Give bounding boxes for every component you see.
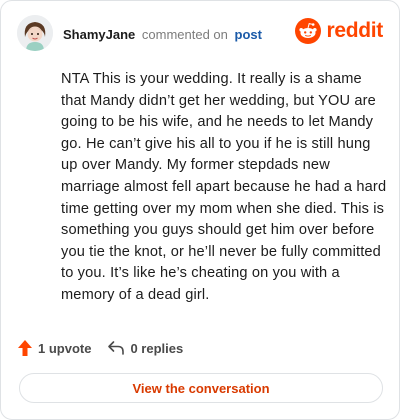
reply-arrow-icon [108, 341, 125, 355]
commented-on-text: commented on [141, 27, 228, 42]
view-conversation-button[interactable]: View the conversation [19, 373, 383, 403]
comment-meta: ShamyJane commented on post [63, 27, 262, 42]
reddit-brand[interactable]: reddit [295, 17, 383, 45]
upvote-button[interactable]: 1 upvote [17, 339, 91, 357]
post-link[interactable]: post [235, 27, 262, 42]
reddit-snoo-icon [295, 18, 322, 44]
comment-header: ShamyJane commented on post reddit [17, 15, 383, 55]
avatar[interactable] [17, 15, 53, 51]
upvote-count: 1 upvote [38, 340, 92, 356]
replies-button[interactable]: 0 replies [107, 340, 183, 356]
comment-actions: 1 upvote 0 replies [17, 337, 183, 359]
comment-body: NTA This is your wedding. It really is a… [61, 71, 387, 303]
avatar-drawing [17, 15, 53, 51]
author-name[interactable]: ShamyJane [63, 27, 135, 42]
upvote-arrow-icon [18, 340, 32, 356]
reddit-wordmark: reddit [326, 19, 383, 42]
comment-embed-card: ShamyJane commented on post reddit NTA T… [0, 0, 400, 420]
reply-count: 0 replies [130, 340, 184, 356]
